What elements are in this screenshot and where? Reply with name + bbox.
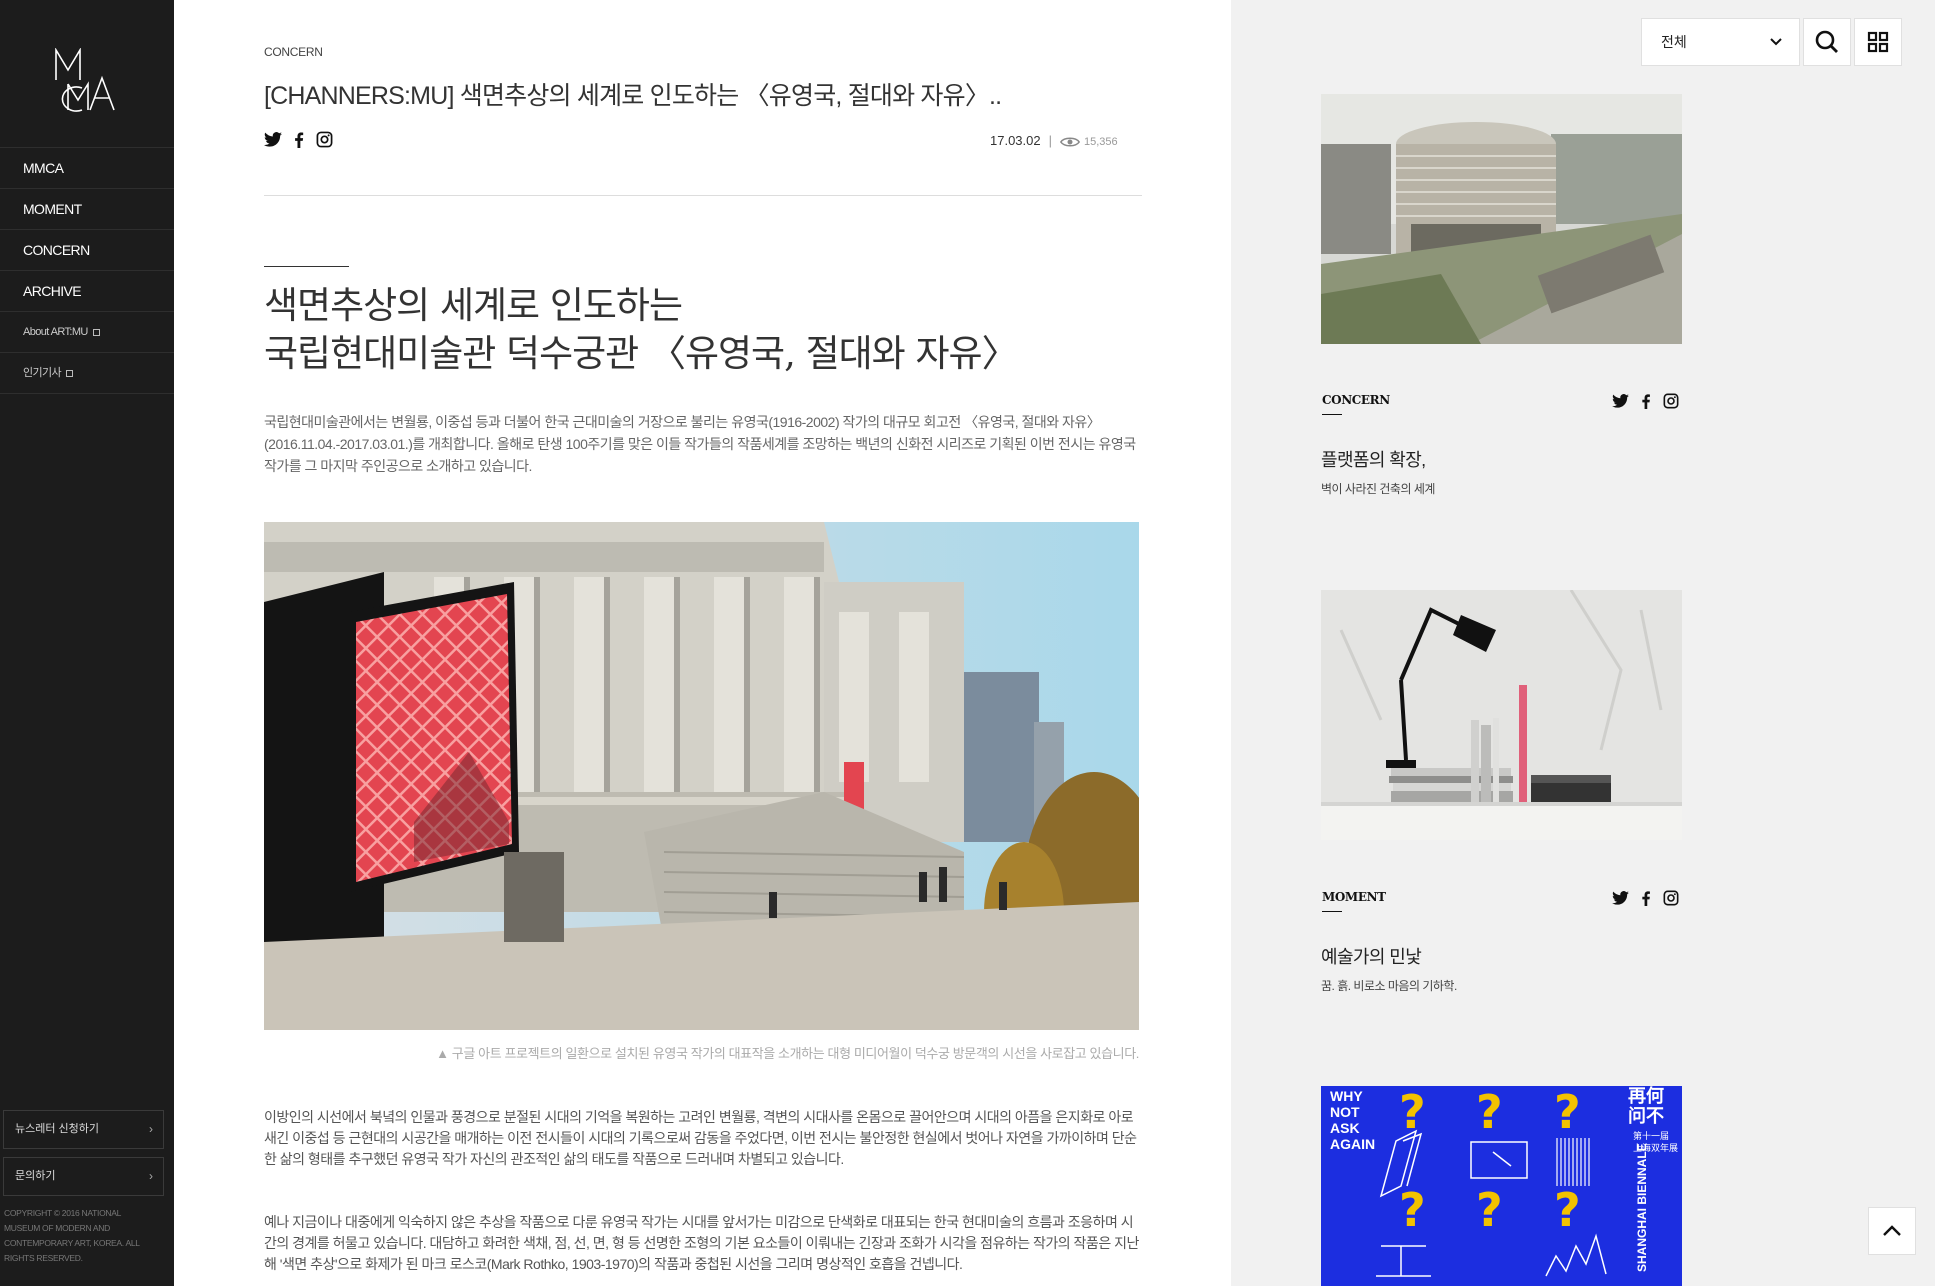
- poster-cn-title: 再何 问不: [1628, 1086, 1664, 1126]
- newsletter-label: 뉴스레터 신청하기: [15, 1123, 100, 1135]
- category-select[interactable]: 전체: [1641, 18, 1800, 66]
- svg-text:?: ?: [1554, 1183, 1581, 1237]
- article-share: [264, 131, 333, 148]
- poster-cn-line: 问不: [1628, 1106, 1664, 1126]
- facebook-icon[interactable]: [294, 131, 304, 148]
- mmca-logo[interactable]: [52, 48, 118, 114]
- external-link-icon: [66, 369, 74, 377]
- twitter-icon[interactable]: [1612, 394, 1629, 408]
- newsletter-button[interactable]: 뉴스레터 신청하기 ›: [3, 1110, 164, 1149]
- search-button[interactable]: [1803, 18, 1851, 66]
- facebook-icon[interactable]: [1641, 890, 1651, 906]
- sidebar: MMCA MOMENT CONCERN ARCHIVE About ART:MU…: [0, 0, 174, 1286]
- card-share: [1612, 890, 1679, 906]
- external-link-icon: [92, 328, 100, 336]
- nav-item-about-label: About ART:MU: [23, 326, 88, 338]
- article-title: [CHANNERS:MU] 색면추상의 세계로 인도하는 〈유영국, 절대와 자…: [264, 82, 1002, 110]
- category-select-value: 전체: [1661, 34, 1687, 50]
- article-photo: [264, 522, 1139, 1030]
- article: CONCERN [CHANNERS:MU] 색면추상의 세계로 인도하는 〈유영…: [174, 0, 1405, 1286]
- twitter-icon[interactable]: [264, 132, 282, 147]
- card-image-lamp[interactable]: [1321, 590, 1682, 840]
- grid-view-button[interactable]: [1854, 18, 1902, 66]
- search-icon: [1815, 30, 1838, 53]
- poster-cn-small-line: 第十一届: [1633, 1131, 1670, 1141]
- poster-side-text: SHANGHAI BIENNALE: [1635, 1143, 1649, 1272]
- grid-icon: [1867, 31, 1889, 53]
- main-nav: MMCA MOMENT CONCERN ARCHIVE About ART:MU…: [0, 147, 174, 394]
- chevron-right-icon: ›: [149, 1169, 153, 1183]
- svg-text:?: ?: [1554, 1086, 1581, 1139]
- svg-text:?: ?: [1399, 1086, 1426, 1139]
- contact-button[interactable]: 문의하기 ›: [3, 1157, 164, 1196]
- card-image-poster[interactable]: WHY NOT ASK AGAIN 再何 问不 第十一届 上海双年展 SHANG…: [1321, 1086, 1682, 1286]
- nav-item-concern[interactable]: CONCERN: [0, 230, 174, 271]
- instagram-icon[interactable]: [1663, 393, 1679, 409]
- chevron-right-icon: ›: [149, 1122, 153, 1136]
- article-paragraph: 이방인의 시선에서 북녘의 인물과 풍경으로 분절된 시대의 기억을 복원하는 …: [264, 1109, 1137, 1167]
- card-title[interactable]: 플랫폼의 확장,: [1321, 446, 1426, 472]
- svg-text:?: ?: [1476, 1183, 1503, 1237]
- card-category[interactable]: MOMENT: [1322, 890, 1386, 904]
- article-date: 17.03.02: [990, 133, 1041, 148]
- card-category[interactable]: CONCERN: [1322, 393, 1390, 407]
- nav-item-popular-label: 인기기사: [23, 367, 62, 379]
- copyright: COPYRIGHT © 2016 NATIONAL MUSEUM OF MODE…: [4, 1208, 140, 1263]
- facebook-icon[interactable]: [1641, 393, 1651, 409]
- nav-item-archive[interactable]: ARCHIVE: [0, 271, 174, 312]
- twitter-icon[interactable]: [1612, 891, 1629, 905]
- card-title[interactable]: 예술가의 민낯: [1321, 943, 1422, 969]
- nav-item-popular[interactable]: 인기기사: [0, 353, 174, 394]
- article-lead: 국립현대미술관에서는 변월룡, 이중섭 등과 더불어 한국 근대미술의 거장으로…: [264, 414, 1136, 474]
- article-meta: 17.03.02 | 15,356: [990, 133, 1118, 148]
- nav-item-mmca[interactable]: MMCA: [0, 148, 174, 189]
- headline-rule: [264, 266, 349, 267]
- chevron-down-icon: [1770, 38, 1782, 46]
- card-subtitle: 벽이 사라진 건축의 세계: [1321, 482, 1435, 496]
- photo-caption: ▲ 구글 아트 프로젝트의 일환으로 설치된 유영국 작가의 대표작을 소개하는…: [436, 1046, 1139, 1061]
- instagram-icon[interactable]: [316, 131, 333, 148]
- card-rule: [1322, 911, 1342, 912]
- eye-icon: [1059, 137, 1081, 147]
- svg-text:?: ?: [1399, 1183, 1426, 1237]
- scroll-top-button[interactable]: [1868, 1207, 1916, 1255]
- card-share: [1612, 393, 1679, 409]
- article-views: 15,356: [1084, 136, 1118, 148]
- poster-graphics: ??? ???: [1376, 1086, 1607, 1277]
- headline-line-2: 국립현대미술관 덕수궁관 〈유영국, 절대와 자유〉: [264, 332, 1019, 375]
- contact-label: 문의하기: [15, 1170, 56, 1182]
- card-subtitle: 꿈. 흙. 비로소 마음의 기하학.: [1321, 979, 1457, 993]
- nav-item-moment[interactable]: MOMENT: [0, 189, 174, 230]
- headline-line-1: 색면추상의 세계로 인도하는: [264, 284, 683, 327]
- article-headline: 색면추상의 세계로 인도하는 국립현대미술관 덕수궁관 〈유영국, 절대와 자유…: [264, 282, 1019, 378]
- instagram-icon[interactable]: [1663, 890, 1679, 906]
- meta-separator: |: [1048, 133, 1052, 148]
- card-image-architecture[interactable]: [1321, 94, 1682, 344]
- divider: [264, 195, 1142, 196]
- svg-text:?: ?: [1476, 1086, 1503, 1139]
- article-category[interactable]: CONCERN: [264, 45, 323, 59]
- card-rule: [1322, 414, 1342, 415]
- chevron-up-icon: [1883, 1225, 1901, 1236]
- article-paragraph: 예나 지금이나 대중에게 익숙하지 않은 추상을 작품으로 다룬 유영국 작가는…: [264, 1214, 1139, 1272]
- nav-item-about[interactable]: About ART:MU: [0, 312, 174, 353]
- poster-cn-line: 再何: [1628, 1086, 1664, 1106]
